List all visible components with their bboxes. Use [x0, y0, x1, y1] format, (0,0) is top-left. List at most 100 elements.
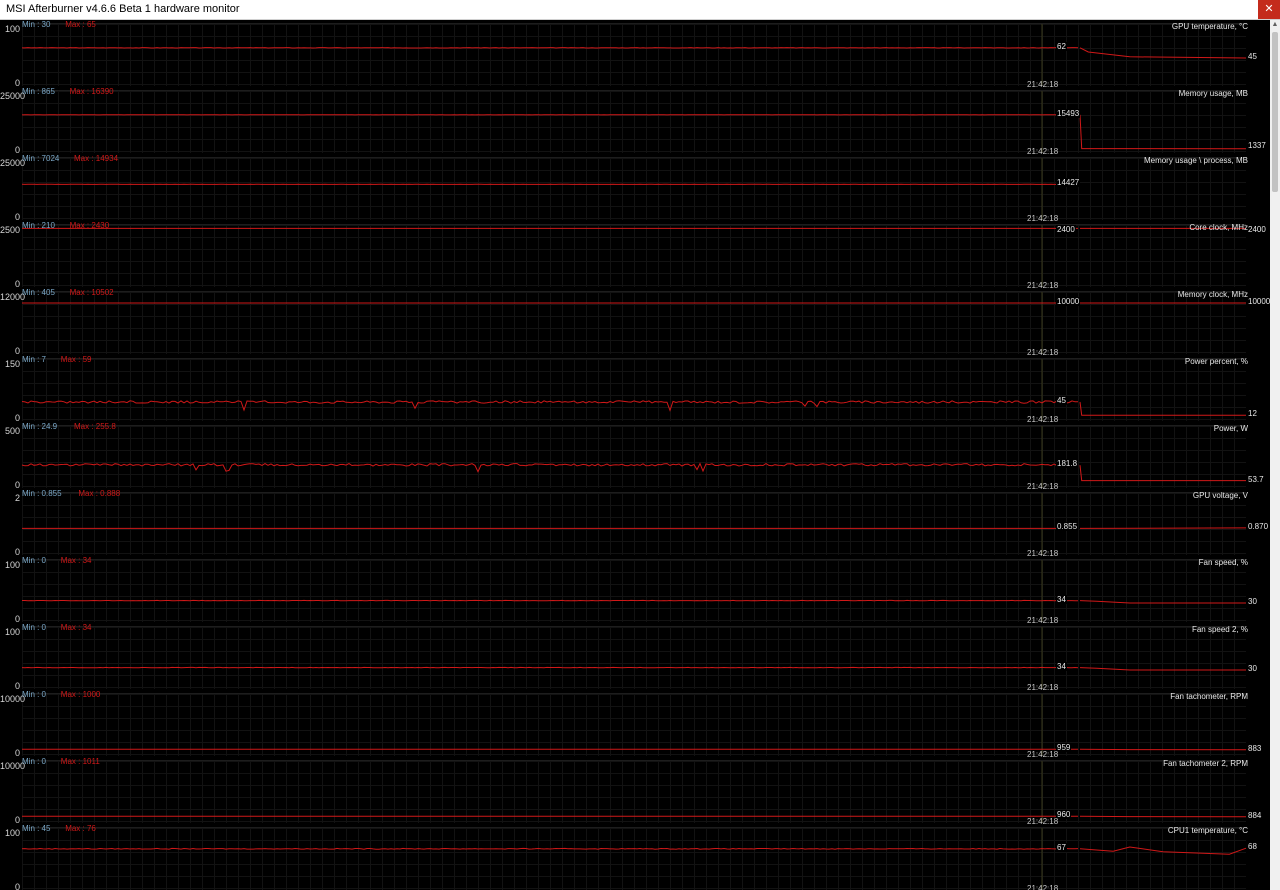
y-axis-max-label: 100 — [4, 627, 20, 637]
graph-last-value: 2400 — [1248, 225, 1266, 234]
graph-last-value: 53.7 — [1248, 474, 1264, 484]
graph-trace-line-recent — [1079, 527, 1247, 529]
graph-min-label: Min : 0.855 — [22, 489, 62, 498]
graph-name-label: Memory clock, MHz — [1177, 290, 1248, 299]
graph-name-label: Fan speed, % — [1198, 558, 1248, 567]
graph-min-label: Min : 30 — [22, 20, 51, 29]
graph-max-label: Max : 0.888 — [78, 489, 121, 498]
graph-name-label: Memory usage \ process, MB — [1143, 156, 1248, 165]
graph-max-label: Max : 34 — [60, 623, 92, 632]
graph-cursor-value: 2400 — [1056, 225, 1076, 234]
graph-min-label: Min : 0 — [22, 623, 47, 632]
graph-trace-line — [21, 462, 1079, 473]
graph-max-label: Max : 65 — [65, 20, 96, 29]
graph-cursor-value: 959 — [1056, 743, 1072, 753]
graph-trace-line-recent — [1079, 748, 1247, 751]
graph-cursor-value: 34 — [1056, 594, 1067, 604]
graph-panel[interactable]: 500 0 Min : 24.9 Max : 255.8 Power, W 181.8 53… — [0, 422, 1270, 491]
graph-last-value: 68 — [1248, 842, 1257, 852]
graph-trace-line-recent — [1079, 815, 1247, 818]
graph-cursor-value: 181.8 — [1056, 459, 1079, 469]
graph-plot-area[interactable] — [21, 626, 1246, 689]
graph-panel[interactable]: 12000 0 Min : 405 Max : 10502 Memory clock, … — [0, 288, 1270, 357]
graph-name-label: Fan tachometer 2, RPM — [1163, 759, 1248, 768]
graph-cursor-value: 10000 — [1056, 297, 1081, 306]
graph-min-label: Min : 7024 — [22, 154, 60, 163]
graph-time-label: 21:42:18 — [1027, 884, 1059, 890]
y-axis-max-label: 500 — [4, 426, 20, 436]
y-axis-max-label: 12000 — [0, 292, 26, 302]
graph-last-value: 10000 — [1248, 297, 1270, 306]
graph-min-label: Min : 0 — [22, 690, 47, 699]
graph-trace-line-recent — [1079, 846, 1247, 855]
graph-last-value: 30 — [1248, 597, 1257, 606]
graph-panel[interactable]: 2 0 Min : 0.855 Max : 0.888 GPU voltage, V 0.… — [0, 489, 1270, 558]
scroll-up-arrow-icon[interactable]: ▲ — [1270, 20, 1280, 30]
y-axis-max-label: 150 — [4, 359, 20, 369]
graph-plot-area[interactable] — [21, 157, 1246, 220]
graph-min-label: Min : 405 — [22, 288, 55, 297]
graph-cursor-value: 14427 — [1056, 178, 1081, 188]
y-axis-max-label: 2 — [14, 493, 20, 503]
y-axis-max-label: 25000 — [0, 91, 26, 101]
graph-trace-svg — [21, 426, 1246, 488]
graph-panel[interactable]: 100 0 Min : 0 Max : 34 Fan speed 2, % 34 30 21:… — [0, 623, 1270, 692]
graph-trace-svg — [22, 560, 1246, 622]
graph-plot-area[interactable] — [21, 425, 1246, 488]
graph-cursor-value: 45 — [1056, 396, 1067, 405]
graph-plot-area[interactable] — [21, 827, 1247, 890]
close-button[interactable]: ✕ — [1258, 0, 1280, 19]
graph-panel[interactable]: 100 0 Min : 45 Max : 76 CPU1 temperature, °C… — [0, 824, 1270, 890]
graph-cursor-value: 67 — [1056, 842, 1067, 852]
graph-panel[interactable]: 25000 0 Min : 865 Max : 16390 Memory usage, … — [0, 87, 1270, 156]
title-bar: MSI Afterburner v4.6.6 Beta 1 hardware m… — [0, 0, 1280, 20]
graph-plot-area[interactable] — [21, 90, 1247, 153]
graph-trace-svg — [22, 24, 1247, 86]
vertical-scrollbar[interactable]: ▲ — [1270, 20, 1280, 890]
graph-panel[interactable]: 100 0 Min : 30 Max : 65 GPU temperature, °C 6… — [0, 20, 1270, 89]
y-axis-max-label: 100 — [4, 24, 20, 34]
graph-trace-svg — [21, 158, 1078, 220]
graph-trace-line — [21, 847, 1079, 850]
y-axis-min-label: 0 — [14, 882, 20, 890]
graph-name-label: CPU1 temperature, °C — [1167, 826, 1248, 835]
window-title: MSI Afterburner v4.6.6 Beta 1 hardware m… — [6, 3, 240, 15]
graph-last-value: 0.870 — [1248, 521, 1269, 531]
graph-cursor-value: 34 — [1056, 661, 1067, 671]
graph-plot-area[interactable] — [21, 358, 1246, 421]
graph-min-label: Min : 7 — [22, 355, 47, 364]
graph-max-label: Max : 2430 — [69, 221, 110, 230]
graph-name-label: Fan tachometer, RPM — [1170, 692, 1248, 701]
graph-max-label: Max : 34 — [60, 556, 92, 565]
graph-panel[interactable]: 100 0 Min : 0 Max : 34 Fan speed, % 34 30 21:42… — [0, 556, 1270, 625]
graph-plot-area[interactable] — [22, 559, 1246, 622]
y-axis-max-label: 100 — [4, 828, 20, 838]
graph-min-label: Min : 865 — [22, 87, 55, 96]
graph-name-label: GPU voltage, V — [1192, 491, 1248, 500]
graph-trace-svg — [21, 828, 1247, 890]
hardware-monitor-graphs[interactable]: 100 0 Min : 30 Max : 65 GPU temperature, °C 6… — [0, 20, 1270, 890]
graph-panel[interactable]: 10000 0 Min : 0 Max : 1011 Fan tachometer 2,… — [0, 757, 1270, 826]
graph-cursor-value: 62 — [1056, 41, 1067, 51]
graph-last-value: 30 — [1248, 664, 1257, 673]
graph-panel[interactable]: 2500 0 Min : 210 Max : 2430 Core clock, MHz 2… — [0, 221, 1270, 290]
graph-name-label: Memory usage, MB — [1178, 89, 1248, 98]
graph-plot-area[interactable] — [22, 23, 1247, 86]
graph-trace-svg — [21, 359, 1246, 421]
graph-trace-line-recent — [1079, 667, 1246, 671]
graph-max-label: Max : 10502 — [69, 288, 114, 297]
graph-last-value: 1337 — [1248, 141, 1266, 150]
graph-max-label: Max : 16390 — [69, 87, 114, 96]
graph-max-label: Max : 255.8 — [74, 422, 116, 431]
scrollbar-thumb[interactable] — [1272, 32, 1278, 192]
graph-trace-line-recent — [1079, 47, 1247, 59]
graph-cursor-value: 15493 — [1056, 108, 1081, 118]
graph-panel[interactable]: 150 0 Min : 7 Max : 59 Power percent, % 45 12 2… — [0, 355, 1270, 424]
graph-max-label: Max : 1000 — [60, 690, 101, 699]
graph-panel[interactable]: 25000 0 Min : 7024 Max : 14934 Memory usage … — [0, 154, 1270, 223]
graph-name-label: Power percent, % — [1184, 357, 1248, 366]
graph-min-label: Min : 45 — [22, 824, 51, 833]
graph-cursor-value: 960 — [1056, 810, 1072, 820]
graph-name-label: GPU temperature, °C — [1171, 22, 1248, 31]
graph-panel[interactable]: 10000 0 Min : 0 Max : 1000 Fan tachometer, R… — [0, 690, 1270, 759]
